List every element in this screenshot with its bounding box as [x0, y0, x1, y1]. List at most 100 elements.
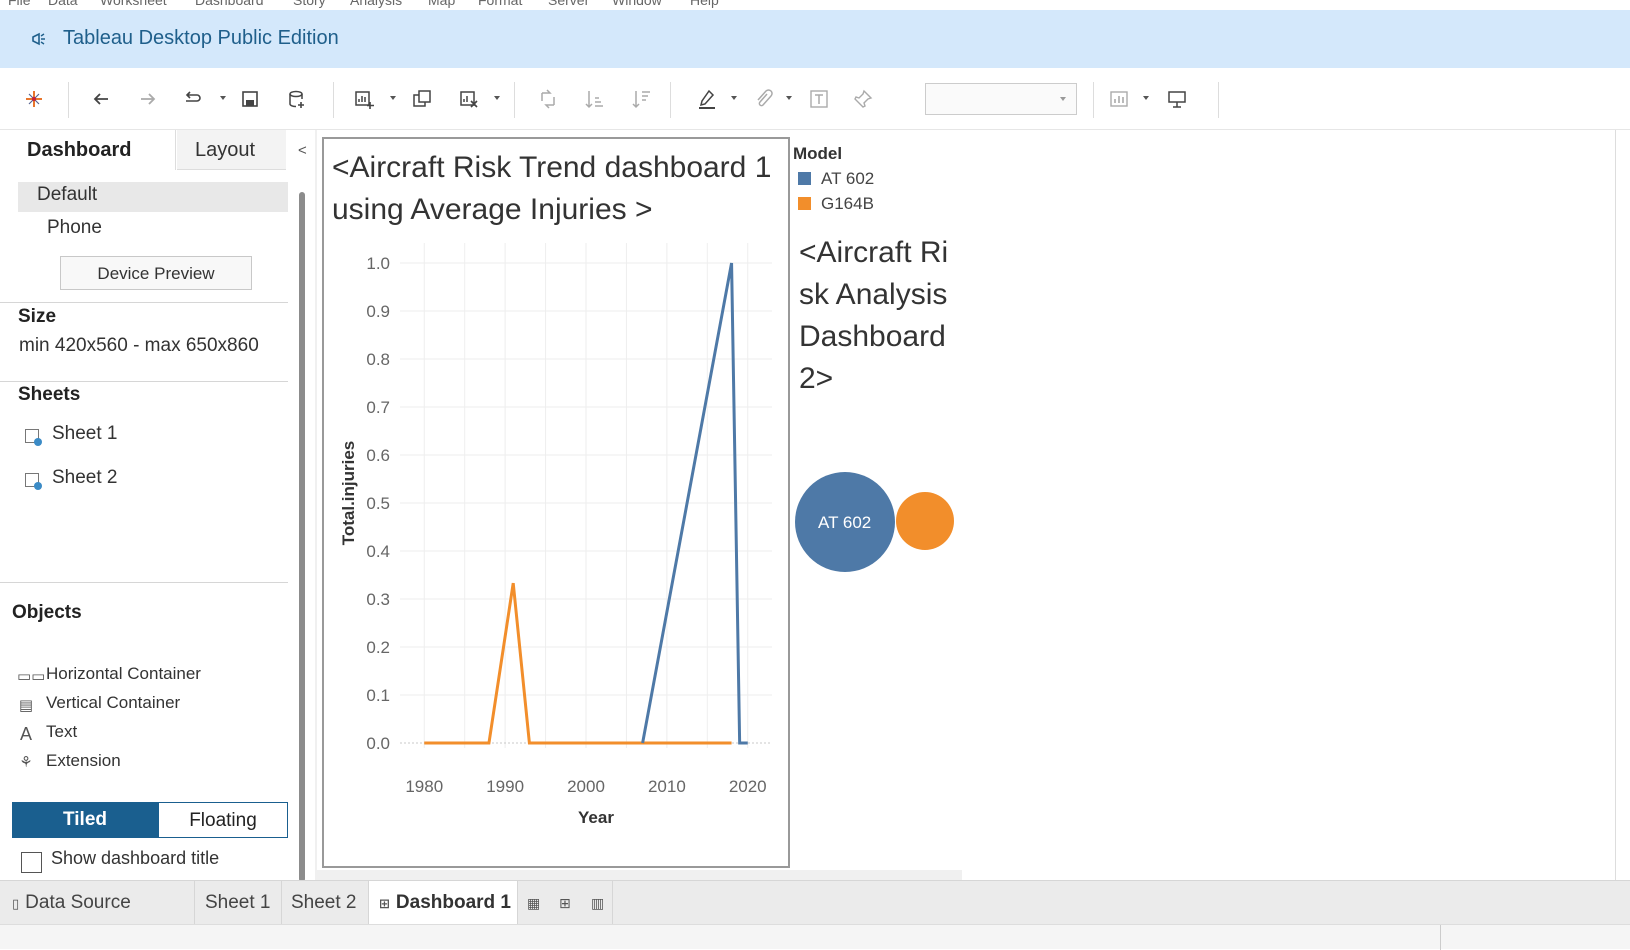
toolbar [0, 68, 1630, 130]
bubble-g164b[interactable] [896, 492, 954, 550]
new-data-source-icon[interactable] [284, 86, 310, 112]
tab-data-source[interactable]: ▯ Data Source [0, 881, 195, 925]
size-value[interactable]: min 420x560 - max 650x860 [19, 335, 259, 357]
show-me-dropdown[interactable] [1143, 96, 1149, 100]
y-tick-label: 0.5 [366, 494, 390, 513]
divider [0, 381, 288, 382]
pin-icon[interactable] [850, 86, 876, 112]
title-bar: Tableau Desktop Public Edition [0, 10, 1630, 68]
menu-map[interactable]: Map [428, 0, 455, 8]
y-tick-label: 0.6 [366, 446, 390, 465]
objects-heading: Objects [12, 602, 82, 623]
sort-descending-icon[interactable] [628, 86, 654, 112]
new-worksheet-tab-icon[interactable]: ▦ [527, 895, 545, 911]
tab-sheet-2[interactable]: Sheet 2 [282, 881, 369, 925]
new-story-tab-icon[interactable]: ▥ [591, 895, 609, 911]
presentation-icon[interactable] [1164, 86, 1190, 112]
tab-sheet-1[interactable]: Sheet 1 [195, 881, 282, 925]
chevron-down-icon [1060, 97, 1066, 101]
sheet-tab-bar: ▯ Data Source Sheet 1 Sheet 2 ⊞ Dashboard … [0, 880, 1630, 925]
sheet1-zone[interactable]: <Aircraft Risk Trend dashboard 1 using A… [322, 137, 790, 868]
object-text[interactable]: Text [46, 722, 77, 742]
highlight-dropdown[interactable] [731, 96, 737, 100]
group-icon[interactable] [750, 86, 776, 112]
group-dropdown[interactable] [786, 96, 792, 100]
show-me-icon[interactable] [1106, 86, 1132, 112]
object-extension[interactable]: Extension [46, 751, 121, 771]
x-tick-label: 1980 [405, 777, 443, 796]
status-divider [1440, 925, 1441, 950]
highlight-icon[interactable] [694, 86, 720, 112]
y-tick-label: 0.9 [366, 302, 390, 321]
y-tick-label: 0.1 [366, 686, 390, 705]
device-default[interactable]: Default [18, 182, 288, 212]
left-pane: Dashboard Layout < Default Phone Device … [0, 130, 315, 882]
extension-icon: ⚘ [19, 754, 33, 771]
floating-toggle[interactable]: Floating [158, 802, 288, 838]
left-pane-scrollbar[interactable] [299, 192, 305, 882]
series-line-g164b [424, 582, 732, 745]
x-tick-label: 2000 [567, 777, 605, 796]
menu-file[interactable]: File [8, 0, 31, 8]
menu-format[interactable]: Format [478, 0, 522, 8]
legend-label: G164B [821, 194, 874, 213]
tab-layout[interactable]: Layout [177, 130, 286, 170]
worksheet-icon [25, 473, 42, 490]
fit-select[interactable] [925, 83, 1077, 115]
app-title: Tableau Desktop Public Edition [63, 27, 339, 49]
menu-bar: File Data Worksheet Dashboard Story Anal… [0, 0, 1630, 10]
y-tick-label: 0.0 [366, 734, 390, 753]
tab-dashboard-1-label: Dashboard 1 [395, 892, 511, 913]
y-tick-label: 1.0 [366, 254, 390, 273]
legend-swatch [798, 172, 811, 185]
object-horizontal-container[interactable]: Horizontal Container [46, 664, 201, 684]
text-icon: A [19, 724, 32, 744]
replay-icon[interactable] [180, 86, 206, 112]
clear-sheet-icon[interactable] [456, 86, 482, 112]
undo-icon[interactable] [88, 86, 114, 112]
menu-server[interactable]: Server [548, 0, 589, 8]
save-icon[interactable] [237, 86, 263, 112]
y-tick-label: 0.2 [366, 638, 390, 657]
tab-divider [612, 881, 613, 925]
tableau-logo-icon[interactable] [21, 86, 47, 112]
clear-sheet-dropdown[interactable] [494, 96, 500, 100]
line-chart: 0.0 0.1 0.2 0.3 0.4 0.5 0.6 0.7 0.8 0.9 1.0 1980 199… [339, 243, 772, 827]
dashboard-icon: ⊞ [379, 896, 390, 911]
right-scrollbar[interactable] [1615, 130, 1630, 880]
toolbar-separator [1093, 82, 1094, 118]
replay-dropdown[interactable] [220, 96, 226, 100]
menu-analysis[interactable]: Analysis [350, 0, 402, 8]
sort-ascending-icon[interactable] [581, 86, 607, 112]
menu-story[interactable]: Story [293, 0, 326, 8]
tab-dashboard[interactable]: Dashboard [0, 130, 176, 170]
y-axis-title: Total.injuries [339, 441, 358, 546]
announcement-icon [32, 32, 45, 46]
menu-window[interactable]: Window [612, 0, 662, 8]
sheet-item-1[interactable]: Sheet 1 [52, 423, 118, 445]
menu-help[interactable]: Help [690, 0, 719, 8]
canvas-blank-area [962, 130, 1615, 880]
database-icon: ▯ [12, 896, 20, 911]
labels-icon[interactable] [806, 86, 832, 112]
x-tick-label: 2020 [729, 777, 767, 796]
new-worksheet-dropdown[interactable] [390, 96, 396, 100]
tiled-toggle[interactable]: Tiled [12, 802, 158, 838]
swap-icon[interactable] [535, 86, 561, 112]
redo-icon[interactable] [135, 86, 161, 112]
bubble-label-at602: AT 602 [818, 513, 872, 532]
device-preview-button[interactable]: Device Preview [60, 256, 252, 290]
sheet-item-2[interactable]: Sheet 2 [52, 467, 118, 489]
menu-data[interactable]: Data [48, 0, 78, 8]
new-worksheet-icon[interactable] [351, 86, 377, 112]
device-phone[interactable]: Phone [47, 217, 102, 239]
object-vertical-container[interactable]: Vertical Container [46, 693, 180, 713]
duplicate-icon[interactable] [409, 86, 435, 112]
legend-title: Model [793, 144, 843, 163]
show-dashboard-title-checkbox[interactable] [21, 852, 42, 873]
menu-dashboard[interactable]: Dashboard [195, 0, 264, 8]
menu-worksheet[interactable]: Worksheet [100, 0, 167, 8]
new-dashboard-tab-icon[interactable]: ⊞ [559, 895, 577, 911]
tab-dashboard-1[interactable]: ⊞ Dashboard 1 [369, 881, 518, 925]
collapse-pane-button[interactable]: < [298, 142, 307, 159]
